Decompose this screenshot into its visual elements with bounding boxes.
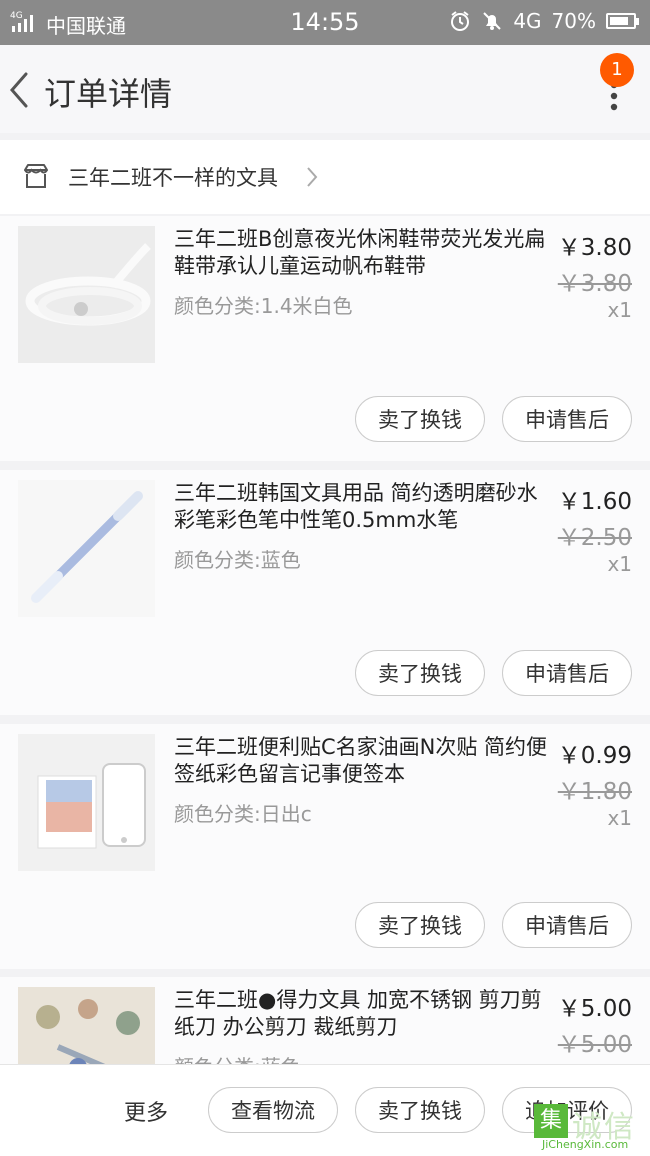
item-quantity: x1: [607, 298, 632, 322]
product-image-shoelace[interactable]: [18, 226, 155, 363]
after-sales-button[interactable]: 申请售后: [502, 396, 632, 442]
product-image-scissors[interactable]: [18, 987, 155, 1067]
item-original-price: ￥2.50: [557, 525, 632, 551]
sell-button[interactable]: 卖了换钱: [355, 1087, 485, 1133]
after-sales-button[interactable]: 申请售后: [502, 902, 632, 948]
item-original-price: ￥5.00: [557, 1032, 632, 1058]
status-right: 4G 70%: [449, 9, 639, 33]
notification-badge: 1: [600, 53, 634, 87]
item-quantity: x1: [607, 806, 632, 830]
item-price: ￥0.99: [557, 743, 632, 769]
item-original-price: ￥1.80: [557, 779, 632, 805]
alarm-icon: [451, 11, 470, 31]
item-title[interactable]: 三年二班韩国文具用品 简约透明磨砂水彩笔彩色笔中性笔0.5mm水笔: [174, 480, 550, 534]
battery-icon: [606, 13, 639, 29]
watermark-url: JiChengXin.com: [542, 1138, 629, 1151]
item-title[interactable]: 三年二班●得力文具 加宽不锈钢 剪刀剪纸刀 办公剪刀 裁纸剪刀: [174, 987, 550, 1041]
item-spec: 颜色分类:蓝色: [174, 548, 301, 572]
shop-row[interactable]: 三年二班不一样的文具: [0, 140, 650, 214]
view-logistics-button[interactable]: 查看物流: [208, 1087, 338, 1133]
order-item[interactable]: 三年二班便利贴C名家油画N次贴 简约便签纸彩色留言记事便签本 颜色分类:日出c …: [0, 724, 650, 969]
watermark-char: 集: [534, 1104, 568, 1138]
sell-button[interactable]: 卖了换钱: [355, 902, 485, 948]
more-button[interactable]: 更多: [124, 1095, 168, 1127]
battery-percent: 70%: [551, 9, 596, 33]
product-image-pen[interactable]: [18, 480, 155, 617]
shop-name: 三年二班不一样的文具: [68, 166, 278, 190]
network-type-right: 4G: [513, 9, 542, 33]
after-sales-button[interactable]: 申请售后: [502, 650, 632, 696]
status-bar: 4G 中国联通 14:55 4G 70%: [0, 0, 650, 45]
watermark-logo: 集 诚信 JiChengXin.com: [534, 1104, 646, 1151]
product-image-sticky-notes[interactable]: [18, 734, 155, 871]
order-item[interactable]: 三年二班●得力文具 加宽不锈钢 剪刀剪纸刀 办公剪刀 裁纸剪刀 颜色分类:蓝色 …: [0, 977, 650, 1067]
item-title[interactable]: 三年二班B创意夜光休闲鞋带荧光发光扁鞋带承认儿童运动帆布鞋带: [174, 226, 550, 280]
item-title[interactable]: 三年二班便利贴C名家油画N次贴 简约便签纸彩色留言记事便签本: [174, 734, 550, 788]
chevron-right-icon: [307, 167, 318, 187]
item-spec: 颜色分类:日出c: [174, 802, 312, 826]
item-price: ￥3.80: [557, 235, 632, 261]
nav-bar: 订单详情 1: [0, 45, 650, 133]
item-price: ￥5.00: [557, 996, 632, 1022]
mute-bell-icon: [483, 12, 502, 30]
sell-button[interactable]: 卖了换钱: [355, 396, 485, 442]
page-title: 订单详情: [44, 75, 173, 113]
item-price: ￥1.60: [557, 489, 632, 515]
sell-button[interactable]: 卖了换钱: [355, 650, 485, 696]
order-item[interactable]: 三年二班韩国文具用品 简约透明磨砂水彩笔彩色笔中性笔0.5mm水笔 颜色分类:蓝…: [0, 470, 650, 715]
item-original-price: ￥3.80: [557, 271, 632, 297]
order-item[interactable]: 三年二班B创意夜光休闲鞋带荧光发光扁鞋带承认儿童运动帆布鞋带 颜色分类:1.4米…: [0, 216, 650, 461]
item-spec: 颜色分类:1.4米白色: [174, 294, 353, 318]
shop-icon: [24, 164, 48, 188]
back-arrow-icon[interactable]: [8, 71, 30, 109]
bottom-action-bar: 更多 查看物流 卖了换钱 追加评价 集 诚信 JiChengXin.com: [0, 1064, 650, 1156]
item-quantity: x1: [607, 552, 632, 576]
